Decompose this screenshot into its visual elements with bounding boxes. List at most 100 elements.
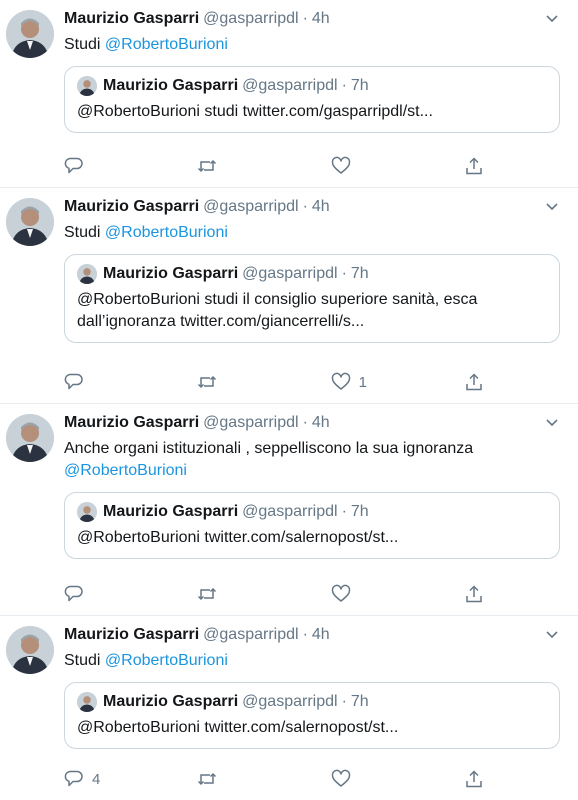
tweet-text-part: Anche organi istituzionali , seppellisco… bbox=[64, 440, 474, 457]
quoted-author-handle: @gasparripdl bbox=[242, 693, 338, 710]
author-name[interactable]: Maurizio Gasparri bbox=[64, 198, 199, 216]
share-icon bbox=[466, 770, 482, 788]
quoted-tweet-text: @RobertoBurioni studi il consiglio super… bbox=[77, 291, 478, 330]
avatar[interactable] bbox=[6, 414, 54, 462]
quoted-author-name: Maurizio Gasparri bbox=[103, 693, 239, 710]
mention-link[interactable]: @RobertoBurioni bbox=[105, 224, 228, 241]
share-icon bbox=[466, 585, 482, 603]
reply-icon bbox=[64, 157, 83, 174]
reply-button[interactable] bbox=[64, 584, 144, 604]
quoted-author-handle: @gasparripdl bbox=[242, 265, 338, 282]
quoted-tweet-header: Maurizio Gasparri @gasparripdl · 7h bbox=[77, 263, 547, 285]
like-icon bbox=[331, 584, 350, 602]
separator-dot: · bbox=[341, 693, 347, 710]
tweet-actions bbox=[64, 583, 484, 605]
quoted-tweet[interactable]: Maurizio Gasparri @gasparripdl · 7h @Rob… bbox=[64, 492, 560, 559]
like-count: 1 bbox=[358, 373, 367, 391]
mention-link[interactable]: @RobertoBurioni bbox=[105, 652, 228, 669]
separator-dot: · bbox=[302, 10, 308, 27]
quoted-tweet-header: Maurizio Gasparri @gasparripdl · 7h bbox=[77, 501, 547, 523]
avatar[interactable] bbox=[6, 626, 54, 674]
retweet-icon bbox=[198, 772, 217, 786]
separator-dot: · bbox=[341, 265, 347, 282]
reply-button[interactable] bbox=[64, 372, 144, 392]
mention-link[interactable]: @RobertoBurioni bbox=[105, 36, 228, 53]
share-button[interactable] bbox=[464, 769, 484, 789]
reply-icon bbox=[64, 585, 83, 602]
chevron-down-icon[interactable] bbox=[544, 416, 560, 430]
retweet-icon bbox=[198, 587, 217, 601]
quoted-timestamp: 7h bbox=[350, 77, 369, 94]
quoted-timestamp: 7h bbox=[350, 503, 369, 520]
quoted-avatar bbox=[77, 692, 97, 712]
author-name[interactable]: Maurizio Gasparri bbox=[64, 414, 199, 432]
tweet-text: Studi @RobertoBurioni bbox=[64, 650, 566, 672]
timestamp[interactable]: 4h bbox=[312, 626, 330, 644]
tweet-header: Maurizio Gasparri @gasparripdl · 4h bbox=[64, 626, 566, 648]
quoted-tweet-text: @RobertoBurioni studi twitter.com/gaspar… bbox=[77, 103, 433, 120]
tweet[interactable]: Maurizio Gasparri @gasparripdl · 4h Anch… bbox=[0, 404, 578, 616]
tweet-text: Anche organi istituzionali , seppellisco… bbox=[64, 438, 484, 482]
tweet-feed: Maurizio Gasparri @gasparripdl · 4h Stud… bbox=[0, 0, 578, 800]
quoted-author-name: Maurizio Gasparri bbox=[103, 503, 239, 520]
tweet[interactable]: Maurizio Gasparri @gasparripdl · 4h Stud… bbox=[0, 188, 578, 404]
quoted-tweet[interactable]: Maurizio Gasparri @gasparripdl · 7h @Rob… bbox=[64, 682, 560, 749]
reply-icon bbox=[64, 770, 83, 787]
tweet-header: Maurizio Gasparri @gasparripdl · 4h bbox=[64, 10, 566, 32]
author-name[interactable]: Maurizio Gasparri bbox=[64, 10, 199, 28]
tweet-actions: 4 bbox=[64, 768, 484, 790]
quoted-timestamp: 7h bbox=[350, 265, 369, 282]
author-handle[interactable]: @gasparripdl bbox=[203, 414, 298, 432]
tweet-text-part: Studi bbox=[64, 652, 105, 669]
share-button[interactable] bbox=[464, 584, 484, 604]
avatar[interactable] bbox=[6, 198, 54, 246]
share-icon bbox=[466, 157, 482, 175]
reply-icon bbox=[64, 373, 83, 390]
retweet-button[interactable] bbox=[197, 156, 277, 176]
reply-button[interactable] bbox=[64, 156, 144, 176]
like-button[interactable] bbox=[331, 584, 411, 604]
tweet-text: Studi @RobertoBurioni bbox=[64, 34, 566, 56]
retweet-button[interactable] bbox=[197, 372, 277, 392]
quoted-tweet-header: Maurizio Gasparri @gasparripdl · 7h bbox=[77, 691, 547, 713]
avatar[interactable] bbox=[6, 10, 54, 58]
retweet-button[interactable] bbox=[197, 769, 277, 789]
separator-dot: · bbox=[341, 77, 347, 94]
tweet[interactable]: Maurizio Gasparri @gasparripdl · 4h Stud… bbox=[0, 0, 578, 188]
timestamp[interactable]: 4h bbox=[312, 414, 330, 432]
share-icon bbox=[466, 373, 482, 391]
author-handle[interactable]: @gasparripdl bbox=[203, 198, 298, 216]
chevron-down-icon[interactable] bbox=[544, 628, 560, 642]
author-handle[interactable]: @gasparripdl bbox=[203, 10, 298, 28]
share-button[interactable] bbox=[464, 156, 484, 176]
chevron-down-icon[interactable] bbox=[544, 12, 560, 26]
separator-dot: · bbox=[341, 503, 347, 520]
timestamp[interactable]: 4h bbox=[312, 198, 330, 216]
quoted-tweet[interactable]: Maurizio Gasparri @gasparripdl · 7h @Rob… bbox=[64, 66, 560, 133]
like-button[interactable]: 1 bbox=[331, 372, 411, 392]
quoted-author-name: Maurizio Gasparri bbox=[103, 77, 239, 94]
timestamp[interactable]: 4h bbox=[312, 10, 330, 28]
share-button[interactable] bbox=[464, 372, 484, 392]
separator-dot: · bbox=[302, 414, 308, 431]
like-button[interactable] bbox=[331, 156, 411, 176]
quoted-tweet[interactable]: Maurizio Gasparri @gasparripdl · 7h @Rob… bbox=[64, 254, 560, 343]
tweet-actions bbox=[64, 155, 484, 177]
quoted-avatar bbox=[77, 264, 97, 284]
quoted-author-handle: @gasparripdl bbox=[242, 77, 338, 94]
tweet-header: Maurizio Gasparri @gasparripdl · 4h bbox=[64, 414, 566, 436]
reply-button[interactable]: 4 bbox=[64, 769, 144, 789]
like-button[interactable] bbox=[331, 769, 411, 789]
author-handle[interactable]: @gasparripdl bbox=[203, 626, 298, 644]
author-name[interactable]: Maurizio Gasparri bbox=[64, 626, 199, 644]
tweet[interactable]: Maurizio Gasparri @gasparripdl · 4h Stud… bbox=[0, 616, 578, 800]
retweet-icon bbox=[198, 375, 217, 389]
quoted-avatar bbox=[77, 502, 97, 522]
tweet-text-part: Studi bbox=[64, 36, 105, 53]
separator-dot: · bbox=[302, 626, 308, 643]
quoted-author-handle: @gasparripdl bbox=[242, 503, 338, 520]
chevron-down-icon[interactable] bbox=[544, 200, 560, 214]
retweet-button[interactable] bbox=[197, 584, 277, 604]
separator-dot: · bbox=[302, 198, 308, 215]
mention-link[interactable]: @RobertoBurioni bbox=[64, 462, 187, 479]
